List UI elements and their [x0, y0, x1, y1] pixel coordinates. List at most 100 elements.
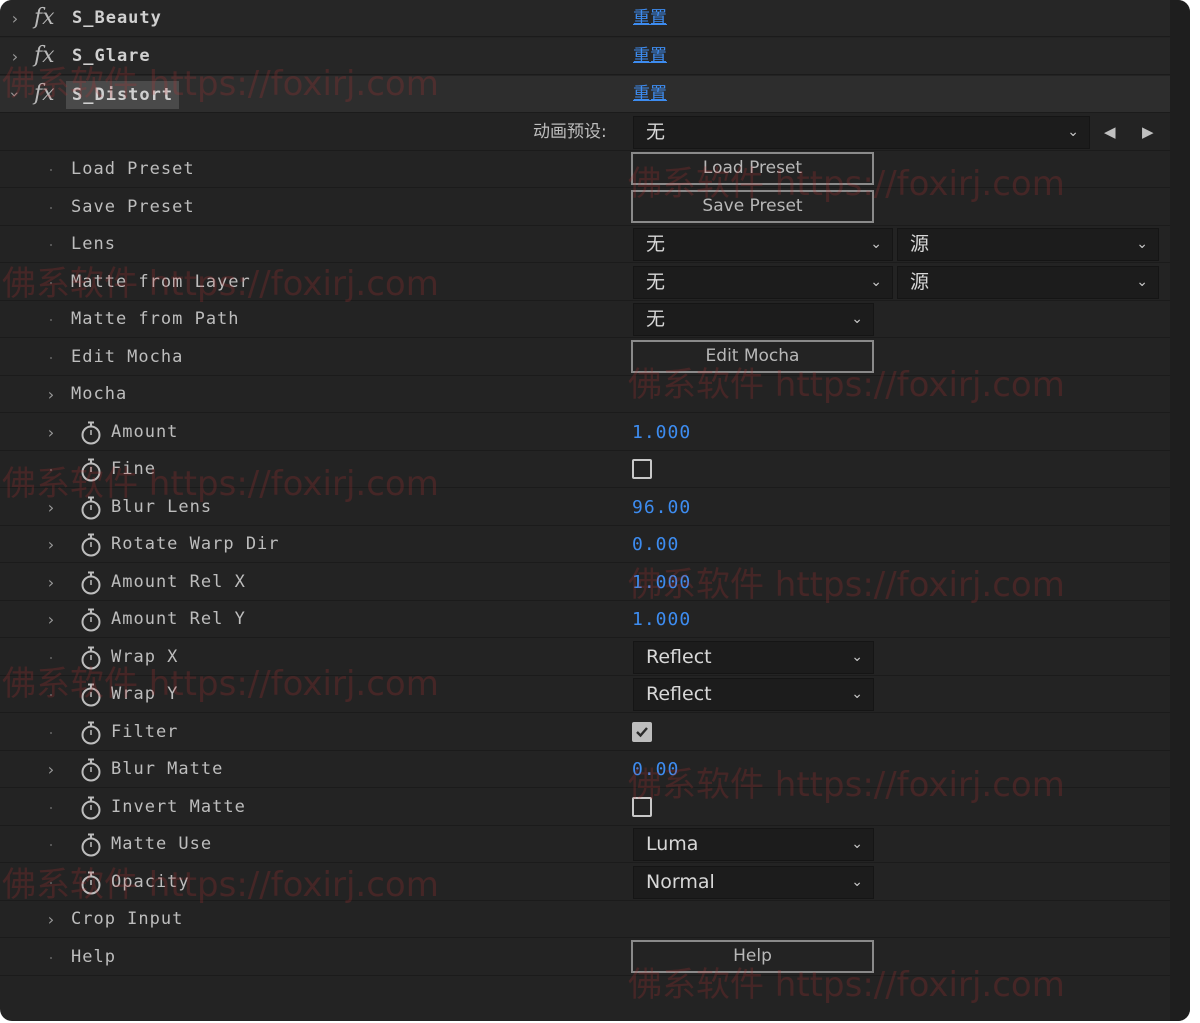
param-row-blur-matte: › Blur Matte 0.00 [0, 751, 1170, 788]
tree-dot [50, 882, 52, 884]
stopwatch-icon[interactable] [80, 496, 102, 520]
param-label: Edit Mocha [71, 347, 184, 367]
matte-source-select[interactable]: 源 ⌄ [897, 266, 1159, 299]
chevron-right-icon[interactable]: › [44, 601, 58, 638]
fine-checkbox[interactable] [632, 459, 652, 479]
stopwatch-icon[interactable] [80, 833, 102, 857]
stopwatch-icon[interactable] [80, 608, 102, 632]
stopwatch-icon[interactable] [80, 533, 102, 557]
param-row-save-preset: Save Preset Save Preset [0, 189, 1170, 226]
wrap-y-select[interactable]: Reflect ⌄ [633, 678, 874, 711]
help-button[interactable]: Help [631, 940, 874, 973]
blur-matte-value[interactable]: 0.00 [632, 751, 679, 788]
chevron-right-icon[interactable]: › [44, 526, 58, 563]
edit-mocha-button[interactable]: Edit Mocha [631, 340, 874, 373]
param-row-filter: Filter [0, 714, 1170, 751]
chevron-right-icon[interactable]: › [44, 414, 58, 451]
param-row-help: Help Help [0, 939, 1170, 976]
tree-dot [50, 357, 52, 359]
select-value: 源 [910, 271, 930, 293]
stopwatch-icon[interactable] [80, 571, 102, 595]
param-row-mocha[interactable]: › Mocha [0, 376, 1170, 413]
previous-preset-icon[interactable]: ◀ [1104, 114, 1116, 151]
stopwatch-icon[interactable] [80, 721, 102, 745]
param-row-opacity: Opacity Normal ⌄ [0, 864, 1170, 901]
lens-layer-select[interactable]: 无 ⌄ [633, 228, 893, 261]
chevron-down-icon: ⌄ [1136, 236, 1148, 252]
param-label: Lens [71, 234, 116, 254]
animation-preset-label: 动画预设: [533, 122, 607, 142]
stopwatch-icon[interactable] [80, 646, 102, 670]
tree-dot [50, 319, 52, 321]
opacity-select[interactable]: Normal ⌄ [633, 866, 874, 899]
param-label: Amount Rel Y [111, 609, 246, 629]
chevron-down-icon[interactable]: › [0, 88, 34, 102]
amount-value[interactable]: 1.000 [632, 414, 691, 451]
wrap-x-select[interactable]: Reflect ⌄ [633, 641, 874, 674]
effect-row-s-glare[interactable]: › fx S_Glare 重置 [0, 38, 1170, 75]
param-label: Blur Matte [111, 759, 224, 779]
fx-icon[interactable]: fx [34, 4, 55, 32]
matte-layer-select[interactable]: 无 ⌄ [633, 266, 893, 299]
amount-rel-x-value[interactable]: 1.000 [632, 564, 691, 601]
animation-preset-row: 动画预设: 无 ⌄ ◀ ▶ [0, 114, 1170, 151]
select-value: 无 [646, 233, 666, 255]
chevron-right-icon[interactable]: › [44, 489, 58, 526]
checkmark-icon [636, 727, 648, 738]
param-row-amount: › Amount 1.000 [0, 414, 1170, 451]
scrollbar[interactable] [1170, 0, 1190, 1021]
next-preset-icon[interactable]: ▶ [1142, 114, 1154, 151]
lens-source-select[interactable]: 源 ⌄ [897, 228, 1159, 261]
param-row-crop-input[interactable]: › Crop Input [0, 901, 1170, 938]
chevron-right-icon[interactable]: › [44, 376, 58, 413]
param-row-matte-from-layer: Matte from Layer 无 ⌄ 源 ⌄ [0, 264, 1170, 301]
animation-preset-select[interactable]: 无 ⌄ [633, 116, 1090, 149]
rotate-warp-dir-value[interactable]: 0.00 [632, 526, 679, 563]
effect-row-s-distort[interactable]: › fx S_Distort 重置 [0, 76, 1170, 113]
param-row-amount-rel-x: › Amount Rel X 1.000 [0, 564, 1170, 601]
chevron-right-icon[interactable]: › [44, 564, 58, 601]
select-value: Reflect [646, 683, 712, 705]
chevron-right-icon[interactable]: › [44, 751, 58, 788]
chevron-down-icon: ⌄ [851, 649, 863, 665]
reset-link[interactable]: 重置 [633, 76, 667, 113]
effect-row-s-beauty[interactable]: › fx S_Beauty 重置 [0, 0, 1170, 37]
chevron-down-icon: ⌄ [1067, 124, 1079, 140]
animation-preset-value: 无 [646, 121, 666, 143]
stopwatch-icon[interactable] [80, 683, 102, 707]
blur-lens-value[interactable]: 96.00 [632, 489, 691, 526]
param-label: Crop Input [71, 909, 184, 929]
tree-dot [50, 844, 52, 846]
stopwatch-icon[interactable] [80, 758, 102, 782]
reset-link[interactable]: 重置 [633, 38, 667, 75]
stopwatch-icon[interactable] [80, 796, 102, 820]
fx-icon[interactable]: fx [34, 42, 55, 70]
matte-path-select[interactable]: 无 ⌄ [633, 303, 874, 336]
select-value: Luma [646, 833, 699, 855]
effect-name: S_Distort [66, 81, 180, 109]
param-label: Opacity [111, 872, 190, 892]
chevron-right-icon[interactable]: › [8, 38, 22, 75]
tree-dot [50, 957, 52, 959]
save-preset-button[interactable]: Save Preset [631, 190, 874, 223]
load-preset-button[interactable]: Load Preset [631, 152, 874, 185]
reset-link[interactable]: 重置 [633, 0, 667, 37]
param-label: Amount Rel X [111, 572, 246, 592]
chevron-right-icon[interactable]: › [8, 0, 22, 37]
invert-matte-checkbox[interactable] [632, 797, 652, 817]
stopwatch-icon[interactable] [80, 458, 102, 482]
param-row-invert-matte: Invert Matte [0, 789, 1170, 826]
param-row-fine: Fine [0, 451, 1170, 488]
effect-controls-panel: › fx S_Beauty 重置 › fx S_Glare 重置 › fx S_… [0, 0, 1190, 1021]
stopwatch-icon[interactable] [80, 421, 102, 445]
param-row-blur-lens: › Blur Lens 96.00 [0, 489, 1170, 526]
chevron-right-icon[interactable]: › [44, 901, 58, 938]
tree-dot [50, 694, 52, 696]
fx-icon[interactable]: fx [34, 80, 55, 108]
amount-rel-y-value[interactable]: 1.000 [632, 601, 691, 638]
stopwatch-icon[interactable] [80, 871, 102, 895]
matte-use-select[interactable]: Luma ⌄ [633, 828, 874, 861]
filter-checkbox[interactable] [632, 722, 652, 742]
param-label: Matte from Layer [71, 272, 251, 292]
param-label: Wrap Y [111, 684, 179, 704]
